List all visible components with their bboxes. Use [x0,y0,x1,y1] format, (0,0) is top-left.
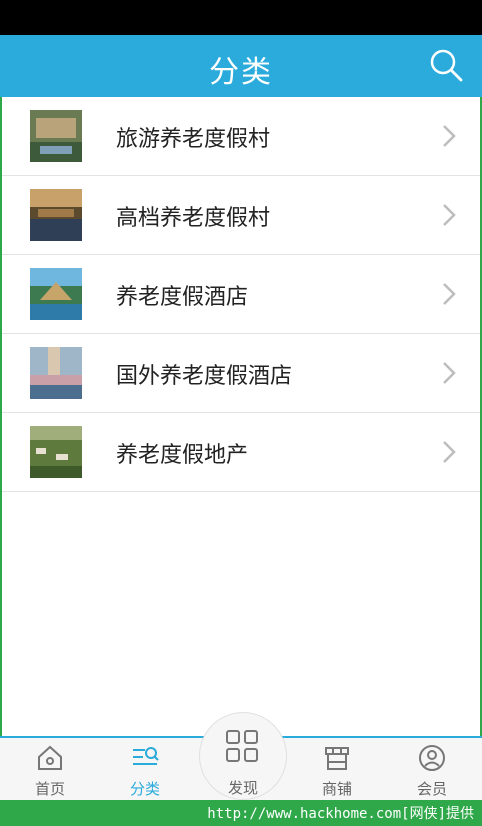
category-thumbnail [30,110,82,162]
category-label: 养老度假地产 [116,443,249,468]
shop-icon [325,747,349,770]
category-label: 高档养老度假村 [116,206,271,231]
tab-discover[interactable]: 发现 [199,712,287,800]
category-list: 旅游养老度假村 高档养老度假村 养老度假酒店 国外养老度假酒店 养老度假地产 [2,97,480,492]
category-icon [133,747,159,765]
tab-category[interactable]: 分类 [97,738,193,802]
category-label: 养老度假酒店 [116,285,249,310]
category-row[interactable]: 高档养老度假村 [2,176,480,255]
category-label: 国外养老度假酒店 [116,364,293,389]
category-thumbnail [30,268,82,320]
tab-label: 首页 [34,780,65,798]
discover-grid-icon [226,730,258,762]
page-title: 分类 [209,55,273,90]
tab-label: 发现 [227,779,258,797]
chevron-right-icon [443,125,456,147]
tab-label: 会员 [416,780,447,798]
tab-label: 商铺 [321,780,352,798]
chevron-right-icon [443,362,456,384]
category-row[interactable]: 养老度假地产 [2,413,480,492]
watermark-bar: http://www.hackhome.com[网侠]提供 [0,800,482,826]
tab-home[interactable]: 首页 [2,738,98,802]
watermark-text: http://www.hackhome.com[网侠]提供 [207,806,474,822]
category-row[interactable]: 国外养老度假酒店 [2,334,480,413]
chevron-right-icon [443,283,456,305]
home-icon [38,745,62,770]
chevron-right-icon [443,204,456,226]
category-thumbnail [30,347,82,399]
category-label: 旅游养老度假村 [116,127,271,152]
category-row[interactable]: 养老度假酒店 [2,255,480,334]
search-icon[interactable] [428,47,464,83]
member-icon [419,745,445,771]
category-thumbnail [30,189,82,241]
category-thumbnail [30,426,82,478]
status-bar [0,0,482,35]
top-header: 分类 [0,35,482,97]
category-row[interactable]: 旅游养老度假村 [2,97,480,176]
tab-shop[interactable]: 商铺 [289,738,385,802]
tab-label: 分类 [129,780,160,798]
chevron-right-icon [443,441,456,463]
tab-member[interactable]: 会员 [384,738,480,802]
